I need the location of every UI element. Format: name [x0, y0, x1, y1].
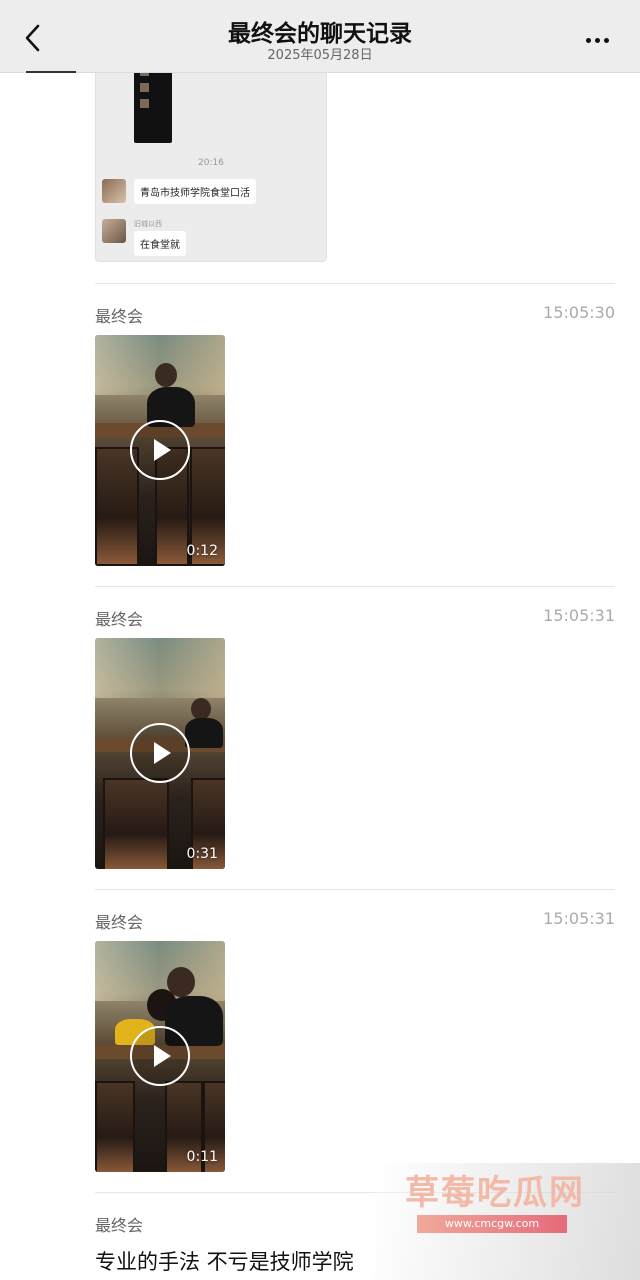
video-thumbnail[interactable]: 0:31 [95, 638, 225, 869]
page-subtitle-date: 2025年05月28日 [267, 48, 373, 63]
message-time: 15:05:31 [543, 909, 615, 928]
divider [95, 586, 615, 587]
message-time: 15:05:31 [543, 606, 615, 625]
chat-message: 最终会 15:05:30 0:12 [95, 303, 615, 568]
video-duration: 0:11 [186, 1149, 218, 1165]
play-icon[interactable] [130, 723, 190, 783]
quote-message: 旧城以西 在食堂就 [102, 219, 186, 256]
watermark-url: www.cmcgw.com [417, 1215, 567, 1233]
nav-header: 最终会的聊天记录 2025年05月28日 [0, 0, 640, 73]
avatar [102, 179, 126, 203]
quoted-chat-card[interactable]: 20:16 青岛市技师学院食堂口活 旧城以西 在食堂就 [95, 60, 327, 262]
sender-name: 最终会 [95, 610, 144, 629]
avatar [102, 219, 126, 243]
play-icon[interactable] [130, 1026, 190, 1086]
message-time: 15:05:30 [543, 303, 615, 322]
video-duration: 0:12 [186, 543, 218, 559]
chat-message: 最终会 15:05:31 0:31 [95, 606, 615, 871]
quote-bubble: 在食堂就 [134, 231, 186, 256]
sender-name: 最终会 [95, 307, 144, 326]
quote-message: 青岛市技师学院食堂口活 [102, 179, 256, 204]
divider [95, 283, 615, 284]
sender-name: 最终会 [95, 1216, 144, 1235]
video-duration: 0:31 [186, 846, 218, 862]
quote-sender-name: 旧城以西 [134, 220, 162, 228]
sender-name: 最终会 [95, 913, 144, 932]
play-icon[interactable] [130, 420, 190, 480]
quote-timestamp: 20:16 [198, 158, 224, 168]
header-indicator [26, 71, 76, 73]
watermark-title: 草莓吃瓜网 [405, 1173, 585, 1213]
message-text: 专业的手法 不亏是技师学院 [95, 1250, 354, 1274]
video-thumbnail[interactable]: 0:11 [95, 941, 225, 1172]
dot-icon [595, 38, 600, 43]
watermark: 草莓吃瓜网 www.cmcgw.com [375, 1163, 640, 1280]
quote-bubble: 青岛市技师学院食堂口活 [134, 179, 256, 204]
page-title: 最终会的聊天记录 [228, 21, 412, 47]
dot-icon [586, 38, 591, 43]
video-thumbnail[interactable]: 0:12 [95, 335, 225, 566]
divider [95, 889, 615, 890]
chat-message: 最终会 15:05:31 0:11 [95, 909, 615, 1174]
more-options-button[interactable] [584, 28, 614, 46]
phone-screenshot-thumbnail [134, 61, 172, 143]
dot-icon [604, 38, 609, 43]
